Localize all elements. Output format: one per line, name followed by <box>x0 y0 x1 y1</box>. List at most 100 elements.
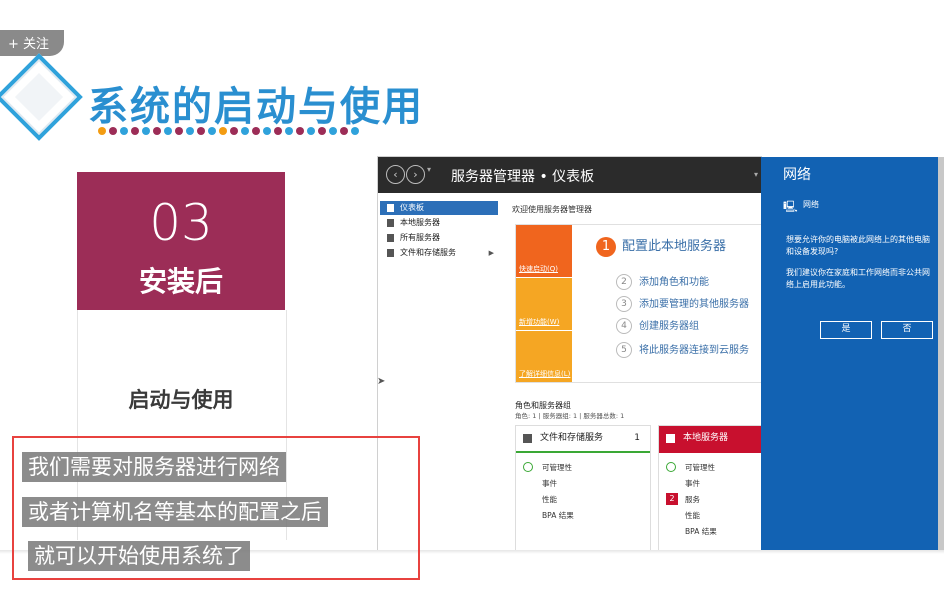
title-dot <box>241 127 249 135</box>
sidebar-item-label: 仪表板 <box>400 203 424 212</box>
back-icon[interactable]: ‹ <box>386 165 405 184</box>
sidebar-item[interactable]: 文件和存储服务 ▶ <box>380 246 498 260</box>
subtitle-box: 我们需要对服务器进行网络 或者计算机名等基本的配置之后 就可以开始使用系统了 <box>12 436 420 580</box>
role-tile-status-line <box>659 451 761 453</box>
role-tile-title: 本地服务器 <box>683 433 729 443</box>
mouse-cursor-icon: ➤ <box>377 376 386 387</box>
history-dropdown-icon[interactable]: ▾ <box>427 165 431 174</box>
role-tile-row[interactable]: 可管理性 <box>666 462 715 473</box>
role-tile-row-label: 服务 <box>685 495 700 504</box>
quick-start-step[interactable]: 2 添加角色和功能 <box>616 273 709 290</box>
roles-summary: 角色: 1 | 服务器组: 1 | 服务器总数: 1 <box>515 412 625 420</box>
status-ok-icon <box>523 462 533 472</box>
title-dot <box>340 127 348 135</box>
status-ok-icon <box>666 462 676 472</box>
sidebar-item-icon <box>387 204 394 212</box>
subtitle-line-3: 就可以开始使用系统了 <box>28 541 250 571</box>
breadcrumb-dropdown-icon[interactable]: ▾ <box>754 170 758 179</box>
step-number: 5 <box>616 342 632 358</box>
role-tile-row[interactable]: BPA 结果 <box>542 510 574 521</box>
role-tile-icon <box>523 434 532 443</box>
role-tile-header: 文件和存储服务 1 <box>516 426 650 451</box>
sidebar-item[interactable]: 仪表板 <box>380 201 498 215</box>
sidebar-item-icon <box>387 234 394 242</box>
step-number: 1 <box>596 236 616 257</box>
title-dot <box>263 127 271 135</box>
title-dot <box>142 127 150 135</box>
quick-start-tile-label: 快速启动(Q) <box>519 265 558 273</box>
role-tile-row[interactable]: 事件 <box>685 478 700 489</box>
quick-start-tile-label: 新增功能(W) <box>519 318 560 326</box>
role-tile-row-label: 可管理性 <box>542 463 572 472</box>
section-title: 安装后 <box>138 265 223 298</box>
step-label: 配置此本地服务器 <box>622 239 727 254</box>
step-label: 创建服务器组 <box>639 321 699 332</box>
quick-start-step[interactable]: 3 添加要管理的其他服务器 <box>616 295 749 312</box>
role-tile-row-label: BPA 结果 <box>685 527 717 536</box>
title-dot <box>153 127 161 135</box>
quick-start-tile[interactable]: 了解详细信息(L) <box>516 331 572 382</box>
title-dot <box>120 127 128 135</box>
server-manager-window: ‹ › ▾ 服务器管理器 • 仪表板 ▾ 仪表板 本地服务器 所有服务器 文件和存储服… <box>378 157 761 550</box>
quick-start-tile-label: 了解详细信息(L) <box>519 370 571 378</box>
role-tile-row[interactable]: 2 服务 <box>666 493 700 505</box>
title-dot <box>197 127 205 135</box>
step-label: 添加要管理的其他服务器 <box>639 299 749 310</box>
section-subtitle: 启动与使用 <box>128 388 234 412</box>
title-dot <box>219 127 227 135</box>
quick-start-step[interactable]: 4 创建服务器组 <box>616 317 699 334</box>
step-number: 3 <box>616 296 632 312</box>
welcome-heading: 欢迎使用服务器管理器 <box>512 205 592 214</box>
role-tile-row-label: 性能 <box>542 495 557 504</box>
role-tile[interactable]: 本地服务器1 可管理性事件 2 服务性能 BPA 结果 <box>658 425 761 550</box>
role-tile-row[interactable]: BPA 结果 <box>685 526 717 537</box>
no-button[interactable]: 否 <box>881 321 933 339</box>
title-dot <box>351 127 359 135</box>
sidebar-item[interactable]: 所有服务器 <box>380 231 498 245</box>
forward-icon[interactable]: › <box>406 165 425 184</box>
title-dot <box>307 127 315 135</box>
title-dot <box>318 127 326 135</box>
step-number: 4 <box>616 318 632 334</box>
role-tile-row[interactable]: 性能 <box>542 494 557 505</box>
title-dot <box>131 127 139 135</box>
sidebar-item-label: 文件和存储服务 <box>400 248 456 257</box>
network-flyout: 网络 🖳 网络 想要允许你的电脑被此网络上的其他电脑和设备发现吗? 我们建议你在… <box>761 157 944 550</box>
title-dot <box>186 127 194 135</box>
quick-start-panel: 快速启动(Q) 新增功能(W) 了解详细信息(L) 1 配置此本地服务器 2 添加角色和功能… <box>515 224 761 383</box>
follow-button[interactable]: + 关注 <box>0 30 64 56</box>
quick-start-step[interactable]: 5 将此服务器连接到云服务 <box>616 341 749 358</box>
breadcrumb: 服务器管理器 • 仪表板 <box>451 169 595 185</box>
server-manager-titlebar: ‹ › ▾ 服务器管理器 • 仪表板 ▾ <box>378 157 761 193</box>
role-tile-row-label: 可管理性 <box>685 463 715 472</box>
role-tile-row[interactable]: 性能 <box>685 510 700 521</box>
quick-start-step[interactable]: 1 配置此本地服务器 <box>596 235 726 257</box>
subtitle-line-2: 或者计算机名等基本的配置之后 <box>22 497 328 527</box>
title-dot <box>329 127 337 135</box>
role-tile-status-line <box>516 451 650 453</box>
title-dots <box>98 127 359 135</box>
expand-arrow-icon[interactable]: ▶ <box>489 246 494 260</box>
title-dot <box>164 127 172 135</box>
right-edge-strip <box>938 157 944 550</box>
quick-start-tile[interactable]: 新增功能(W) <box>516 278 572 330</box>
role-tile-row[interactable]: 可管理性 <box>523 462 572 473</box>
title-dot <box>109 127 117 135</box>
role-tile-row-label: 事件 <box>542 479 557 488</box>
title-dot <box>175 127 183 135</box>
step-number: 2 <box>616 274 632 290</box>
network-name: 网络 <box>803 200 819 209</box>
network-discovery-question: 想要允许你的电脑被此网络上的其他电脑和设备发现吗? <box>786 235 930 256</box>
sidebar-item-icon <box>387 219 394 227</box>
role-tile-row[interactable]: 事件 <box>542 478 557 489</box>
yes-button[interactable]: 是 <box>820 321 872 339</box>
step-label: 将此服务器连接到云服务 <box>639 345 749 356</box>
alert-count-badge: 2 <box>666 493 678 505</box>
role-tile[interactable]: 文件和存储服务 1 可管理性事件性能 BPA 结果 <box>515 425 651 550</box>
role-tile-count: 1 <box>634 433 640 443</box>
quick-start-tile[interactable]: 快速启动(Q) <box>516 225 572 277</box>
title-dot <box>252 127 260 135</box>
title-dot <box>285 127 293 135</box>
sidebar-item[interactable]: 本地服务器 <box>380 216 498 230</box>
role-tile-row-label: 事件 <box>685 479 700 488</box>
